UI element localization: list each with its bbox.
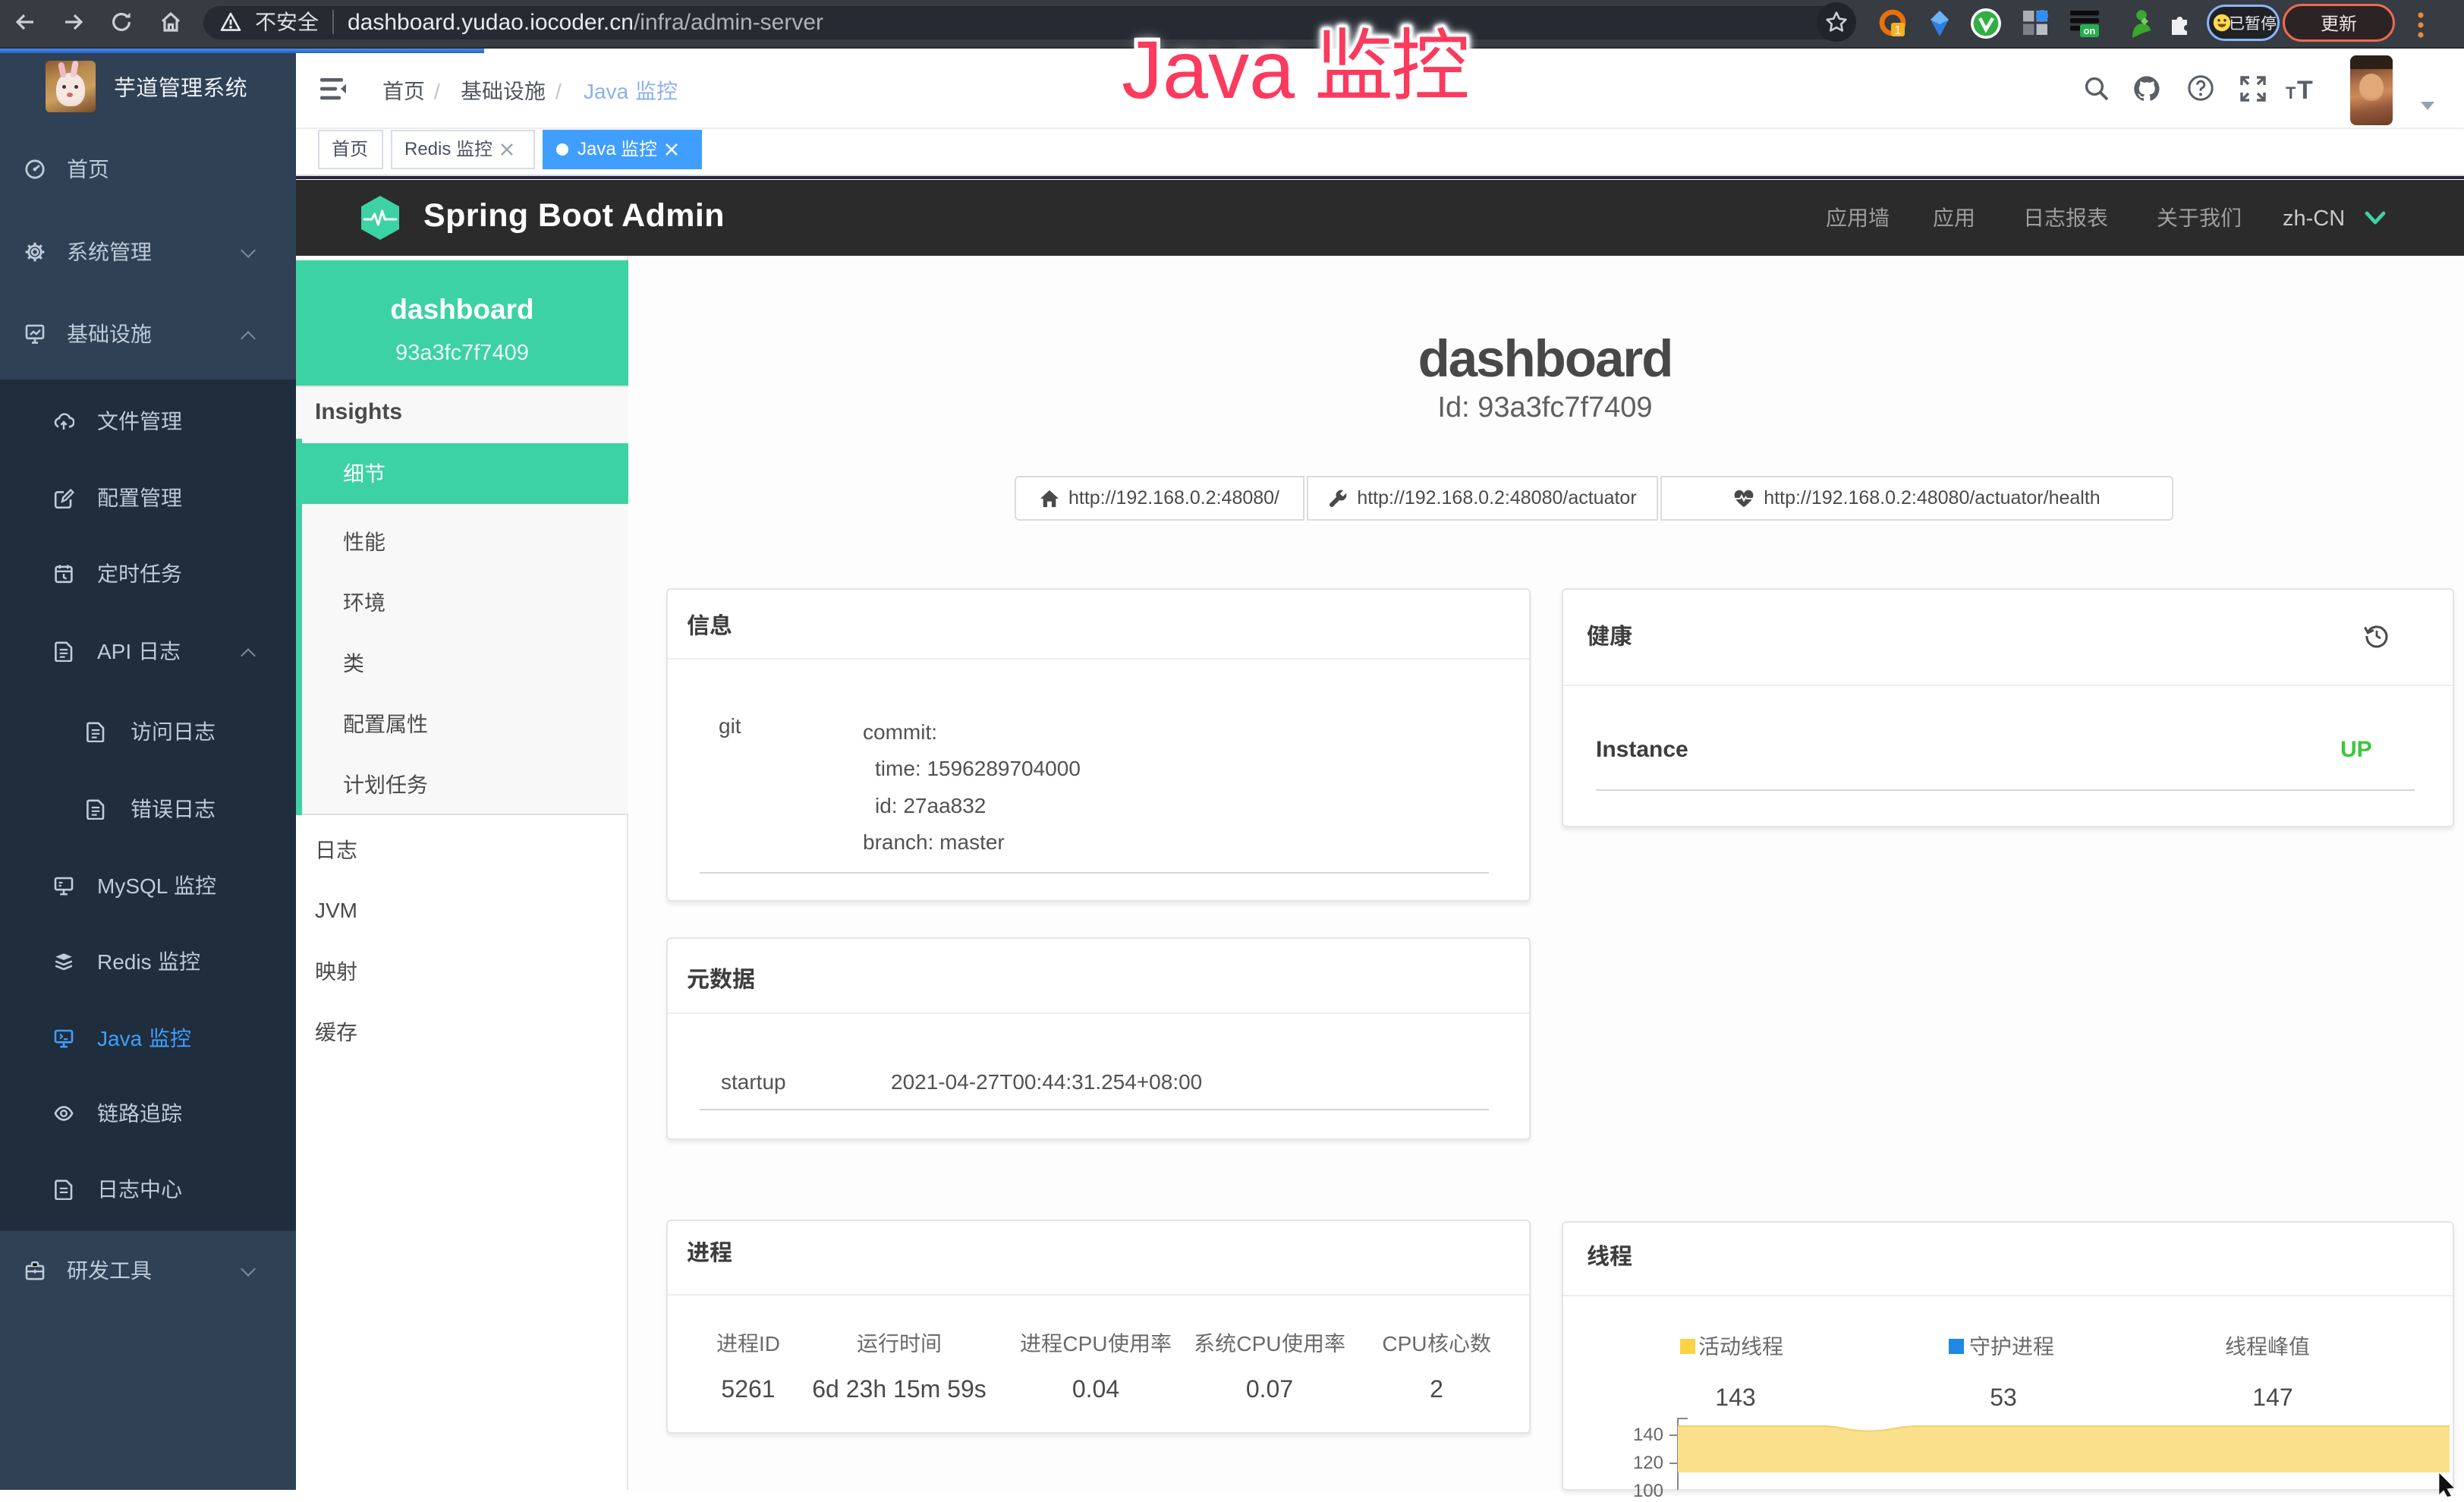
svg-text:1: 1 <box>1895 24 1902 37</box>
svg-text:on: on <box>2083 25 2095 36</box>
svg-text:T: T <box>2286 83 2296 100</box>
svg-text:T: T <box>2297 77 2313 100</box>
